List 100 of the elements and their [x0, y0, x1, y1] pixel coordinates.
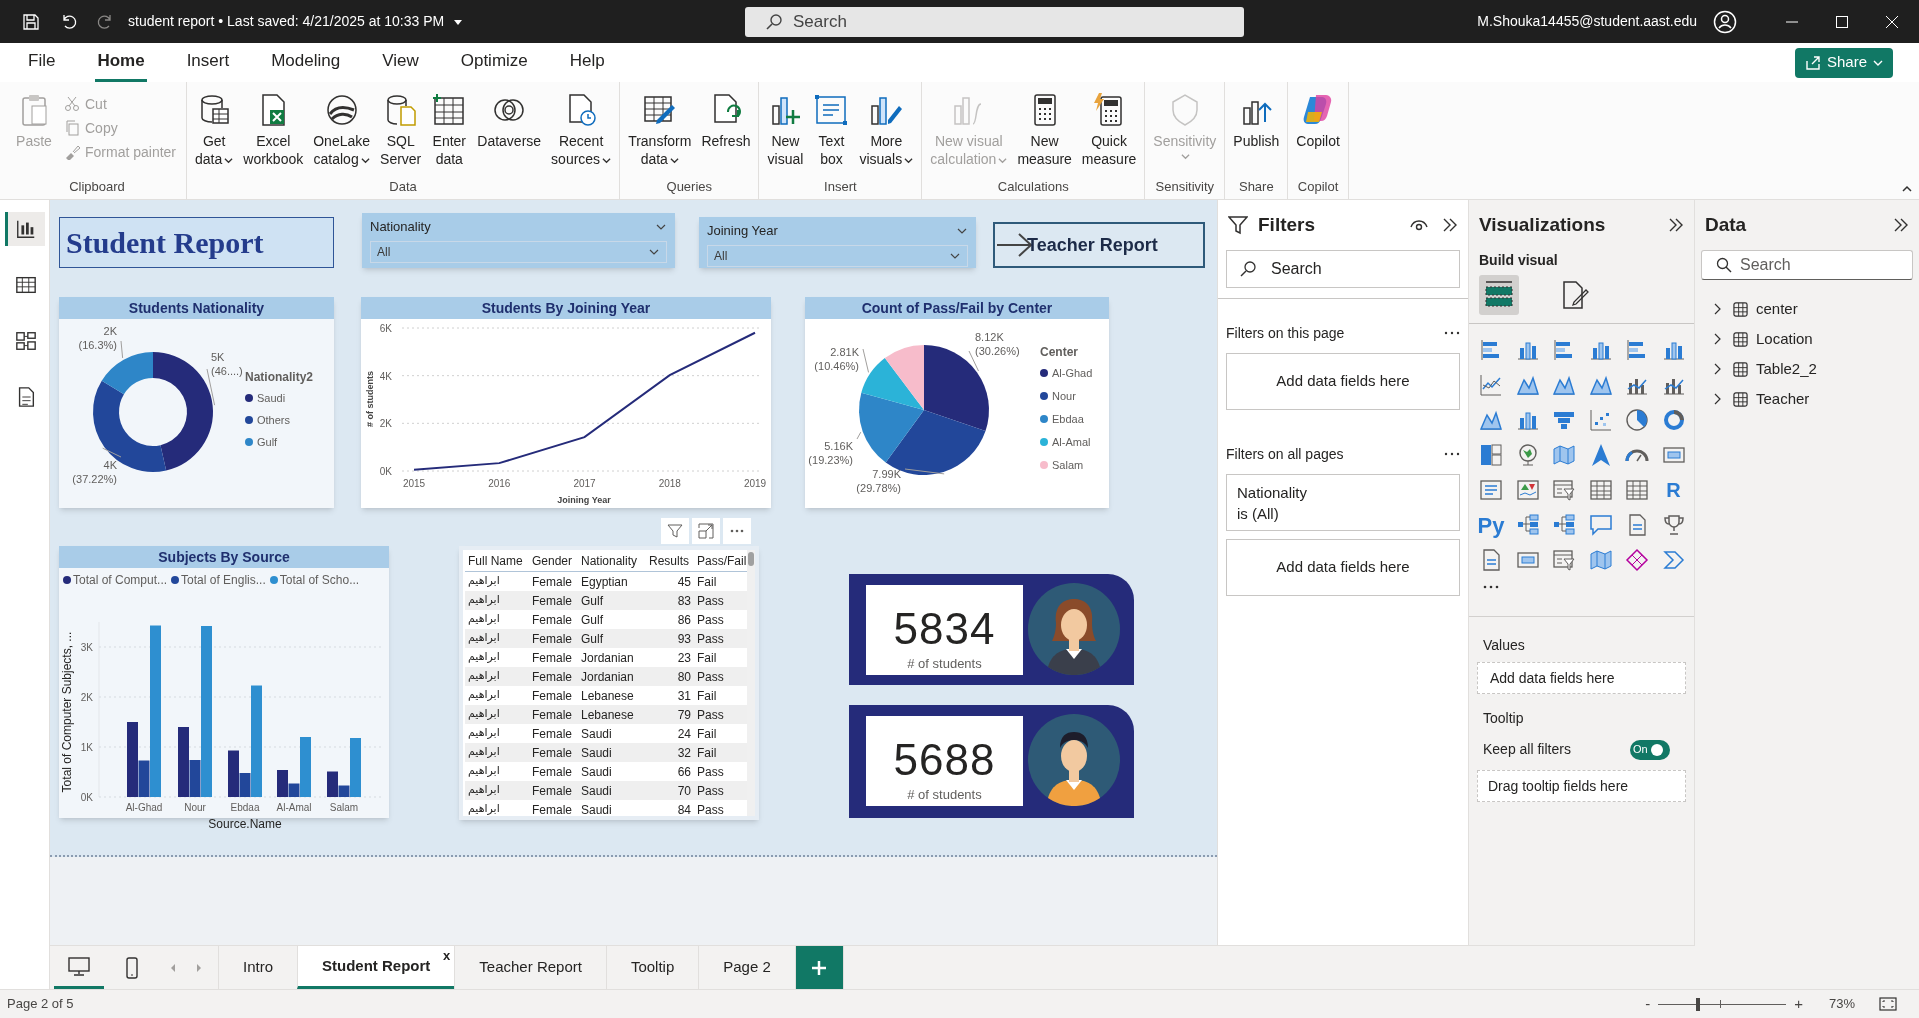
- column-header[interactable]: Full Name: [465, 551, 529, 570]
- share-button[interactable]: Share: [1794, 47, 1893, 78]
- save-icon[interactable]: [22, 12, 40, 31]
- build-visual-icon[interactable]: [1479, 275, 1519, 315]
- ribbon-button[interactable]: Copilot: [1292, 92, 1344, 150]
- dropdown-field[interactable]: All: [707, 244, 968, 267]
- treemap-icon[interactable]: [1479, 443, 1503, 467]
- ribbon-button[interactable]: Get data: [191, 92, 238, 168]
- drop-well[interactable]: Drag tooltip fields here: [1477, 770, 1686, 802]
- dropdown-field[interactable]: All: [370, 240, 667, 263]
- ribbon-button[interactable]: Refresh: [697, 92, 755, 150]
- line-chart-icon[interactable]: [1479, 373, 1503, 397]
- scrollbar[interactable]: [747, 550, 755, 816]
- diamond-icon[interactable]: [1625, 548, 1649, 572]
- donut-chart-icon[interactable]: [1661, 408, 1686, 432]
- report-view-icon[interactable]: [4, 212, 45, 246]
- ribbon-button[interactable]: SQL Server: [376, 92, 426, 168]
- zoom-slider[interactable]: [1658, 997, 1787, 1011]
- search-field[interactable]: Search: [1701, 250, 1913, 280]
- visual-type-button[interactable]: Py: [1479, 513, 1503, 537]
- ribbon-button[interactable]: OneLake catalog: [309, 92, 375, 168]
- focus-mode-icon[interactable]: [692, 518, 720, 544]
- close-tab-button[interactable]: x: [443, 946, 451, 966]
- ribbon-button[interactable]: Publish: [1229, 92, 1284, 150]
- page-tab[interactable]: Student Report x: [297, 946, 455, 989]
- scatter-chart-icon[interactable]: [1588, 408, 1613, 432]
- collapse-icon[interactable]: [1668, 217, 1684, 233]
- pie-chart-icon[interactable]: [1625, 408, 1649, 432]
- ribbon-button[interactable]: New visual: [763, 92, 808, 168]
- collapse-icon[interactable]: [1893, 217, 1909, 233]
- menu-tab[interactable]: View: [380, 43, 421, 82]
- decomposition-tree-icon[interactable]: [1515, 513, 1540, 537]
- column-header[interactable]: Results: [646, 551, 694, 570]
- ribbon-button[interactable]: More visuals: [855, 92, 918, 168]
- menu-tab[interactable]: Modeling: [269, 43, 343, 82]
- search-field[interactable]: Search: [745, 6, 1244, 37]
- expand-icon[interactable]: [1713, 303, 1723, 315]
- toggle-switch[interactable]: On: [1630, 739, 1670, 760]
- trophy-icon[interactable]: [1661, 513, 1686, 537]
- account-icon[interactable]: [1713, 9, 1737, 34]
- search-field[interactable]: Search: [1226, 250, 1460, 288]
- zoom-slider-thumb[interactable]: [1695, 997, 1700, 1011]
- drop-well[interactable]: Add data fields here: [1477, 662, 1686, 694]
- ribbon-button[interactable]: Excel workbook: [239, 92, 308, 168]
- filter-icon[interactable]: [661, 518, 689, 544]
- field-list-item[interactable]: Location: [1695, 324, 1919, 354]
- more-options-icon[interactable]: [1444, 330, 1460, 336]
- ribbon-button[interactable]: Recent sources: [547, 92, 616, 168]
- slicer-icon[interactable]: [1552, 478, 1576, 502]
- table-cell-text: Saudi: [580, 782, 613, 800]
- more-options-icon[interactable]: [1444, 451, 1460, 457]
- ribbon-button[interactable]: New measure: [1013, 92, 1076, 168]
- ribbon-group-label: Insert: [823, 178, 858, 196]
- ribbon-button[interactable]: Quick measure: [1077, 92, 1141, 168]
- close-icon[interactable]: [1885, 14, 1899, 29]
- maximize-icon[interactable]: [1835, 14, 1849, 29]
- slicer-label: Joining Year: [707, 222, 778, 240]
- field-list-item[interactable]: center: [1695, 294, 1919, 324]
- eye-icon[interactable]: [1410, 218, 1428, 232]
- slicer[interactable]: Nationality All: [362, 213, 675, 268]
- field-list-item[interactable]: Table2_2: [1695, 354, 1919, 384]
- ribbon-button[interactable]: Text box: [809, 92, 854, 168]
- list-icon[interactable]: [1479, 478, 1503, 502]
- menu-tab[interactable]: Insert: [184, 43, 232, 82]
- kpi-icon[interactable]: [1515, 478, 1540, 502]
- decomposition-tree-icon[interactable]: [1552, 513, 1576, 537]
- fit-to-page-icon[interactable]: [1879, 997, 1897, 1011]
- ribbon-button[interactable]: Dataverse: [473, 92, 546, 150]
- ribbon-button[interactable]: Transform data: [624, 92, 696, 168]
- map-icon[interactable]: [1588, 548, 1613, 572]
- speech-bubble-icon[interactable]: [1588, 513, 1613, 537]
- chevron-icon[interactable]: [1661, 548, 1686, 572]
- zoom-in-button[interactable]: +: [1794, 992, 1803, 1016]
- ribbon-button[interactable]: Enter data: [427, 92, 472, 168]
- map-icon[interactable]: [1552, 443, 1576, 467]
- table-icon[interactable]: [1625, 478, 1649, 502]
- menu-tab[interactable]: File: [26, 43, 58, 82]
- slicer-icon[interactable]: [1552, 548, 1576, 572]
- zoom-out-button[interactable]: -: [1645, 992, 1651, 1016]
- visual-type-button[interactable]: R: [1661, 478, 1686, 502]
- filter-card[interactable]: Nationality is (All): [1226, 474, 1460, 531]
- column-header[interactable]: Pass/Fail: [694, 551, 744, 570]
- collapse-icon[interactable]: [1442, 217, 1458, 233]
- redo-icon[interactable]: [96, 12, 114, 31]
- undo-icon[interactable]: [60, 12, 78, 31]
- menu-tab[interactable]: Help: [567, 43, 607, 82]
- column-header[interactable]: Nationality: [578, 551, 646, 570]
- slicer[interactable]: Joining Year All: [699, 217, 976, 268]
- more-visuals-icon[interactable]: [1483, 584, 1499, 590]
- add-page-button[interactable]: [794, 946, 843, 989]
- nav-button[interactable]: Teacher Report: [993, 222, 1205, 268]
- expand-icon[interactable]: [1713, 393, 1723, 405]
- field-list-item[interactable]: Teacher: [1695, 384, 1919, 414]
- table-icon[interactable]: [1588, 478, 1613, 502]
- column-header[interactable]: Gender: [529, 551, 578, 570]
- drop-well[interactable]: Add data fields here: [1226, 353, 1460, 410]
- menu-tab[interactable]: Optimize: [458, 43, 530, 82]
- expand-icon[interactable]: [1713, 363, 1723, 375]
- drop-well[interactable]: Add data fields here: [1226, 539, 1460, 596]
- expand-icon[interactable]: [1713, 333, 1723, 345]
